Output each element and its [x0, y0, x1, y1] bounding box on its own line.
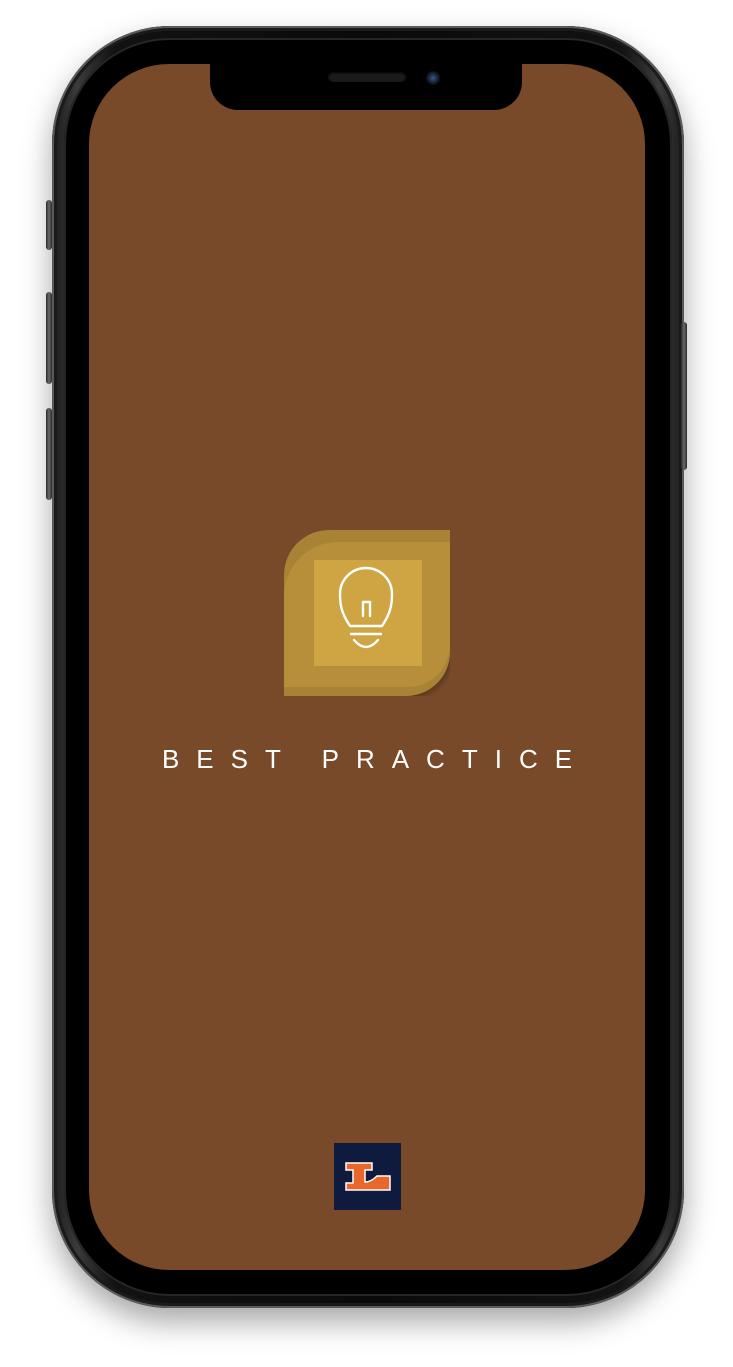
lightbulb-icon	[284, 530, 450, 696]
notch	[210, 62, 522, 110]
volume-down-button	[46, 408, 52, 500]
earpiece-speaker	[328, 72, 406, 82]
silent-switch	[46, 200, 52, 250]
power-button	[681, 322, 687, 470]
brand-logo	[334, 1143, 401, 1210]
app-title: BEST PRACTICE	[161, 744, 590, 774]
front-camera	[426, 71, 440, 85]
device-mockup: BEST PRACTICE	[0, 0, 733, 1367]
volume-up-button	[46, 292, 52, 384]
